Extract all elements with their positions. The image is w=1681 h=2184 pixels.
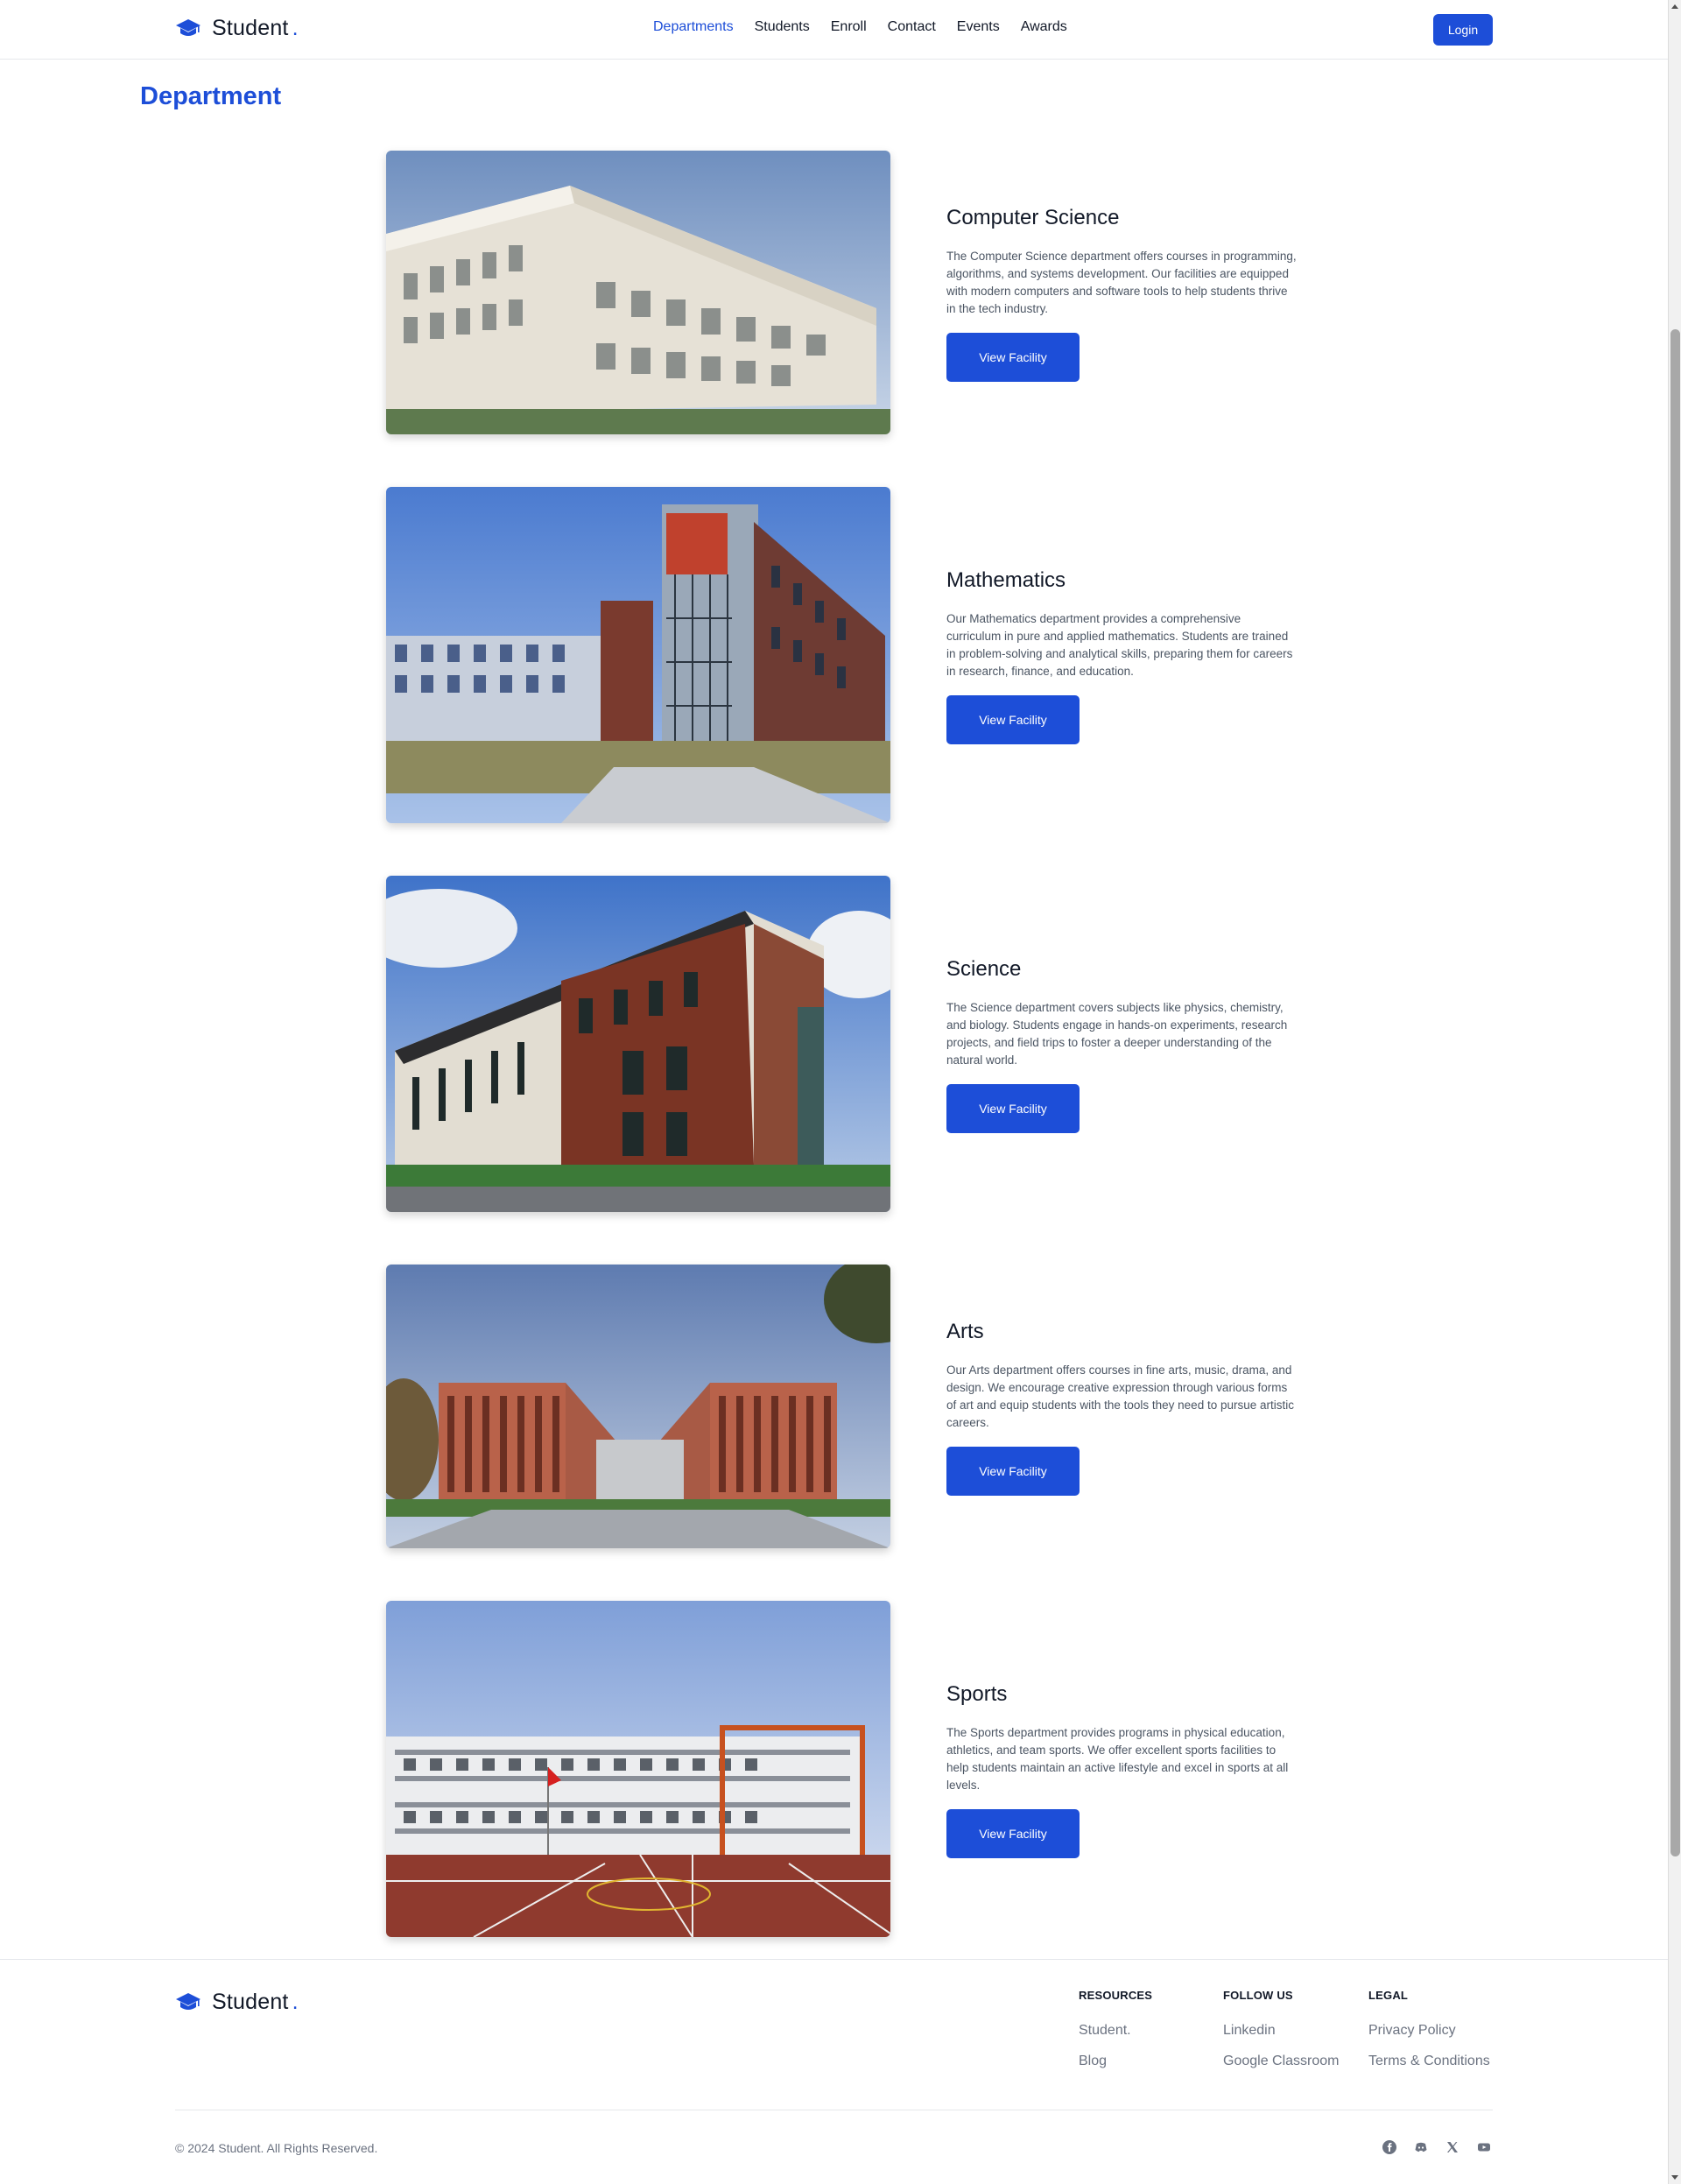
nav-departments[interactable]: Departments [653, 19, 734, 35]
department-description: Our Arts department offers courses in fi… [946, 1363, 1294, 1429]
brand-name: Student [212, 16, 289, 40]
footer-link-linkedin[interactable]: Linkedin [1223, 2023, 1340, 2039]
department-name: Computer Science [946, 206, 1120, 229]
department-image [386, 1265, 890, 1548]
department-description: Our Mathematics department provides a co… [946, 612, 1293, 678]
main-nav: Departments Students Enroll Contact Even… [653, 19, 1067, 35]
nav-enroll[interactable]: Enroll [831, 19, 867, 35]
brand-dot: . [292, 16, 299, 40]
department-image [386, 876, 890, 1212]
site-footer: Student. RESOURCES Student. Blog FOLLOW … [0, 1959, 1668, 2184]
site-header: Student. Departments Students Enroll Con… [0, 0, 1668, 60]
facebook-icon[interactable] [1382, 2140, 1396, 2154]
department-description: The Sports department provides programs … [946, 1726, 1289, 1792]
footer-brand-name: Student [212, 1990, 289, 2014]
nav-events[interactable]: Events [957, 19, 1000, 35]
footer-link-terms-conditions[interactable]: Terms & Conditions [1368, 2054, 1490, 2069]
department-image [386, 487, 890, 823]
department-description: The Computer Science department offers c… [946, 250, 1297, 315]
footer-link-student[interactable]: Student. [1079, 2023, 1152, 2039]
footer-column-resources: RESOURCES Student. Blog [1079, 1989, 1152, 2084]
view-facility-button[interactable]: View Facility [946, 695, 1080, 744]
youtube-icon[interactable] [1477, 2140, 1491, 2154]
footer-column-legal: LEGAL Privacy Policy Terms & Conditions [1368, 1989, 1490, 2084]
view-facility-button[interactable]: View Facility [946, 1809, 1080, 1858]
department-description: The Science department covers subjects l… [946, 1001, 1288, 1067]
department-image [386, 151, 890, 434]
graduation-cap-icon [176, 1992, 200, 2010]
department-info: Arts Our Arts department offers courses … [946, 1320, 1297, 1496]
footer-link-google-classroom[interactable]: Google Classroom [1223, 2054, 1340, 2069]
social-links [1382, 2140, 1491, 2154]
department-info: Science The Science department covers su… [946, 957, 1297, 1133]
brand-logo[interactable]: Student. [175, 16, 299, 41]
footer-column-follow-us: FOLLOW US Linkedin Google Classroom [1223, 1989, 1340, 2084]
footer-heading: FOLLOW US [1223, 1989, 1293, 2002]
scroll-thumb[interactable] [1670, 329, 1680, 1856]
view-facility-button[interactable]: View Facility [946, 1084, 1080, 1133]
view-facility-button[interactable]: View Facility [946, 1447, 1080, 1496]
discord-icon[interactable] [1414, 2140, 1428, 2154]
department-name: Arts [946, 1320, 984, 1343]
footer-link-blog[interactable]: Blog [1079, 2054, 1152, 2069]
footer-brand-dot: . [292, 1990, 299, 2014]
department-name: Science [946, 957, 1022, 981]
page-title: Department [140, 82, 282, 110]
view-facility-button[interactable]: View Facility [946, 333, 1080, 382]
department-info: Sports The Sports department provides pr… [946, 1682, 1297, 1858]
scroll-down-arrow-icon[interactable] [1671, 2175, 1678, 2180]
footer-link-privacy-policy[interactable]: Privacy Policy [1368, 2023, 1490, 2039]
department-name: Sports [946, 1682, 1008, 1706]
scroll-up-arrow-icon[interactable] [1671, 4, 1678, 9]
department-image [386, 1601, 890, 1937]
login-button[interactable]: Login [1433, 14, 1493, 46]
department-info: Computer Science The Computer Science de… [946, 206, 1297, 382]
graduation-cap-icon [176, 18, 200, 36]
nav-awards[interactable]: Awards [1021, 19, 1067, 35]
nav-contact[interactable]: Contact [888, 19, 936, 35]
nav-students[interactable]: Students [755, 19, 810, 35]
x-icon[interactable] [1445, 2140, 1459, 2154]
copyright-text: © 2024 Student. All Rights Reserved. [175, 2141, 378, 2155]
footer-brand-logo[interactable]: Student. [175, 1990, 299, 2015]
footer-heading: RESOURCES [1079, 1989, 1153, 2002]
page-scrollbar[interactable] [1668, 0, 1681, 2184]
footer-heading: LEGAL [1368, 1989, 1409, 2002]
department-info: Mathematics Our Mathematics department p… [946, 568, 1297, 744]
department-name: Mathematics [946, 568, 1066, 592]
